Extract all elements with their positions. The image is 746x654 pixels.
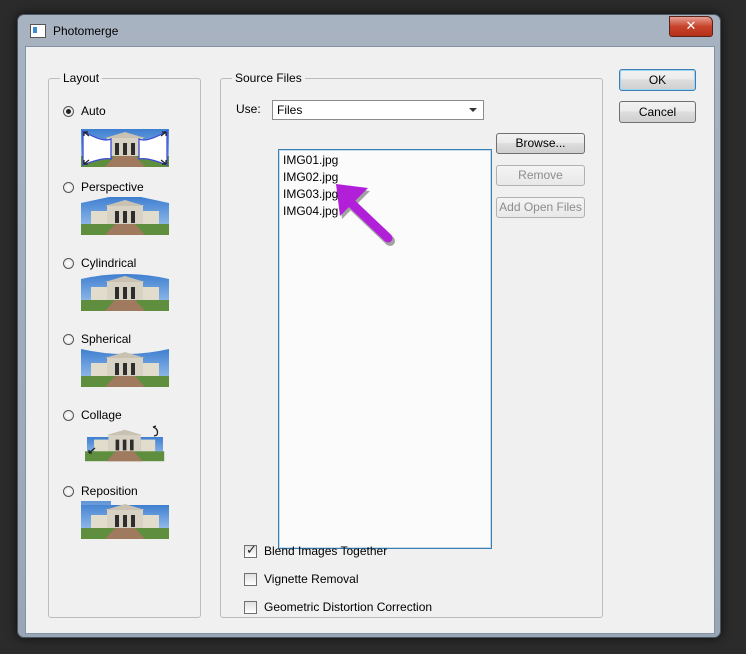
radio-label-perspective: Perspective — [81, 180, 144, 194]
radio-circle-perspective[interactable] — [63, 181, 74, 193]
radio-perspective[interactable]: Perspective — [63, 179, 144, 195]
distortion-correction-checkbox[interactable] — [244, 600, 257, 614]
reposition-layout-thumbnail[interactable] — [81, 501, 169, 539]
window-title: Photomerge — [53, 24, 119, 38]
radio-reposition[interactable]: Reposition — [63, 483, 138, 499]
source-files-legend: Source Files — [235, 71, 302, 85]
perspective-layout-thumbnail[interactable] — [81, 197, 169, 235]
layout-legend: Layout — [63, 71, 100, 85]
radio-label-collage: Collage — [81, 408, 122, 422]
distortion-correction-label: Geometric Distortion Correction — [264, 600, 433, 614]
vignette-removal-checkbox[interactable] — [244, 572, 257, 586]
collage-layout-thumbnail[interactable] — [81, 425, 169, 463]
auto-layout-thumbnail[interactable] — [81, 129, 169, 167]
radio-circle-spherical[interactable] — [63, 333, 74, 345]
dialog-body: Layout Auto Perspective Cylindrical Sphe… — [25, 46, 715, 634]
distortion-correction-option[interactable]: Geometric Distortion Correction — [244, 599, 432, 615]
radio-circle-collage[interactable] — [63, 409, 74, 421]
blend-images-label: Blend Images Together — [264, 544, 388, 558]
radio-cylindrical[interactable]: Cylindrical — [63, 255, 136, 271]
use-dropdown-value: Files — [277, 103, 303, 117]
file-list-item[interactable]: IMG01.jpg — [279, 152, 491, 169]
checkmark-icon: ✓ — [246, 541, 257, 557]
cylindrical-layout-thumbnail[interactable] — [81, 273, 169, 311]
radio-circle-auto[interactable] — [63, 105, 74, 117]
close-icon: ✕ — [685, 18, 697, 33]
radio-collage[interactable]: Collage — [63, 407, 122, 423]
spherical-layout-thumbnail[interactable] — [81, 349, 169, 387]
browse-button[interactable]: Browse... — [496, 133, 585, 154]
radio-spherical[interactable]: Spherical — [63, 331, 131, 347]
use-label: Use: — [236, 102, 261, 116]
arrow-shaft — [343, 195, 393, 243]
close-button[interactable]: ✕ — [669, 16, 713, 37]
cancel-button[interactable]: Cancel — [619, 101, 696, 123]
annotation-arrow-icon — [336, 184, 395, 246]
vignette-removal-option[interactable]: Vignette Removal — [244, 571, 359, 587]
radio-label-cylindrical: Cylindrical — [81, 256, 137, 270]
ok-button[interactable]: OK — [619, 69, 696, 91]
radio-circle-reposition[interactable] — [63, 485, 74, 497]
remove-button[interactable]: Remove — [496, 165, 585, 186]
use-dropdown[interactable]: Files — [272, 100, 484, 120]
add-open-files-button[interactable]: Add Open Files — [496, 197, 585, 218]
chevron-down-icon — [469, 108, 477, 112]
title-bar[interactable]: Photomerge ✕ — [18, 15, 720, 47]
vignette-removal-label: Vignette Removal — [264, 572, 359, 586]
app-icon — [30, 24, 46, 38]
radio-circle-cylindrical[interactable] — [63, 257, 74, 269]
photomerge-dialog: Photomerge ✕ Layout Auto Perspective Cyl… — [17, 14, 721, 638]
radio-label-reposition: Reposition — [81, 484, 138, 498]
radio-auto[interactable]: Auto — [63, 103, 106, 119]
layout-group: Layout Auto Perspective Cylindrical Sphe… — [48, 71, 201, 618]
radio-label-spherical: Spherical — [81, 332, 132, 346]
blend-images-option[interactable]: ✓ Blend Images Together — [244, 541, 388, 559]
blend-images-checkbox[interactable]: ✓ — [244, 541, 257, 558]
radio-label-auto: Auto — [81, 104, 106, 118]
